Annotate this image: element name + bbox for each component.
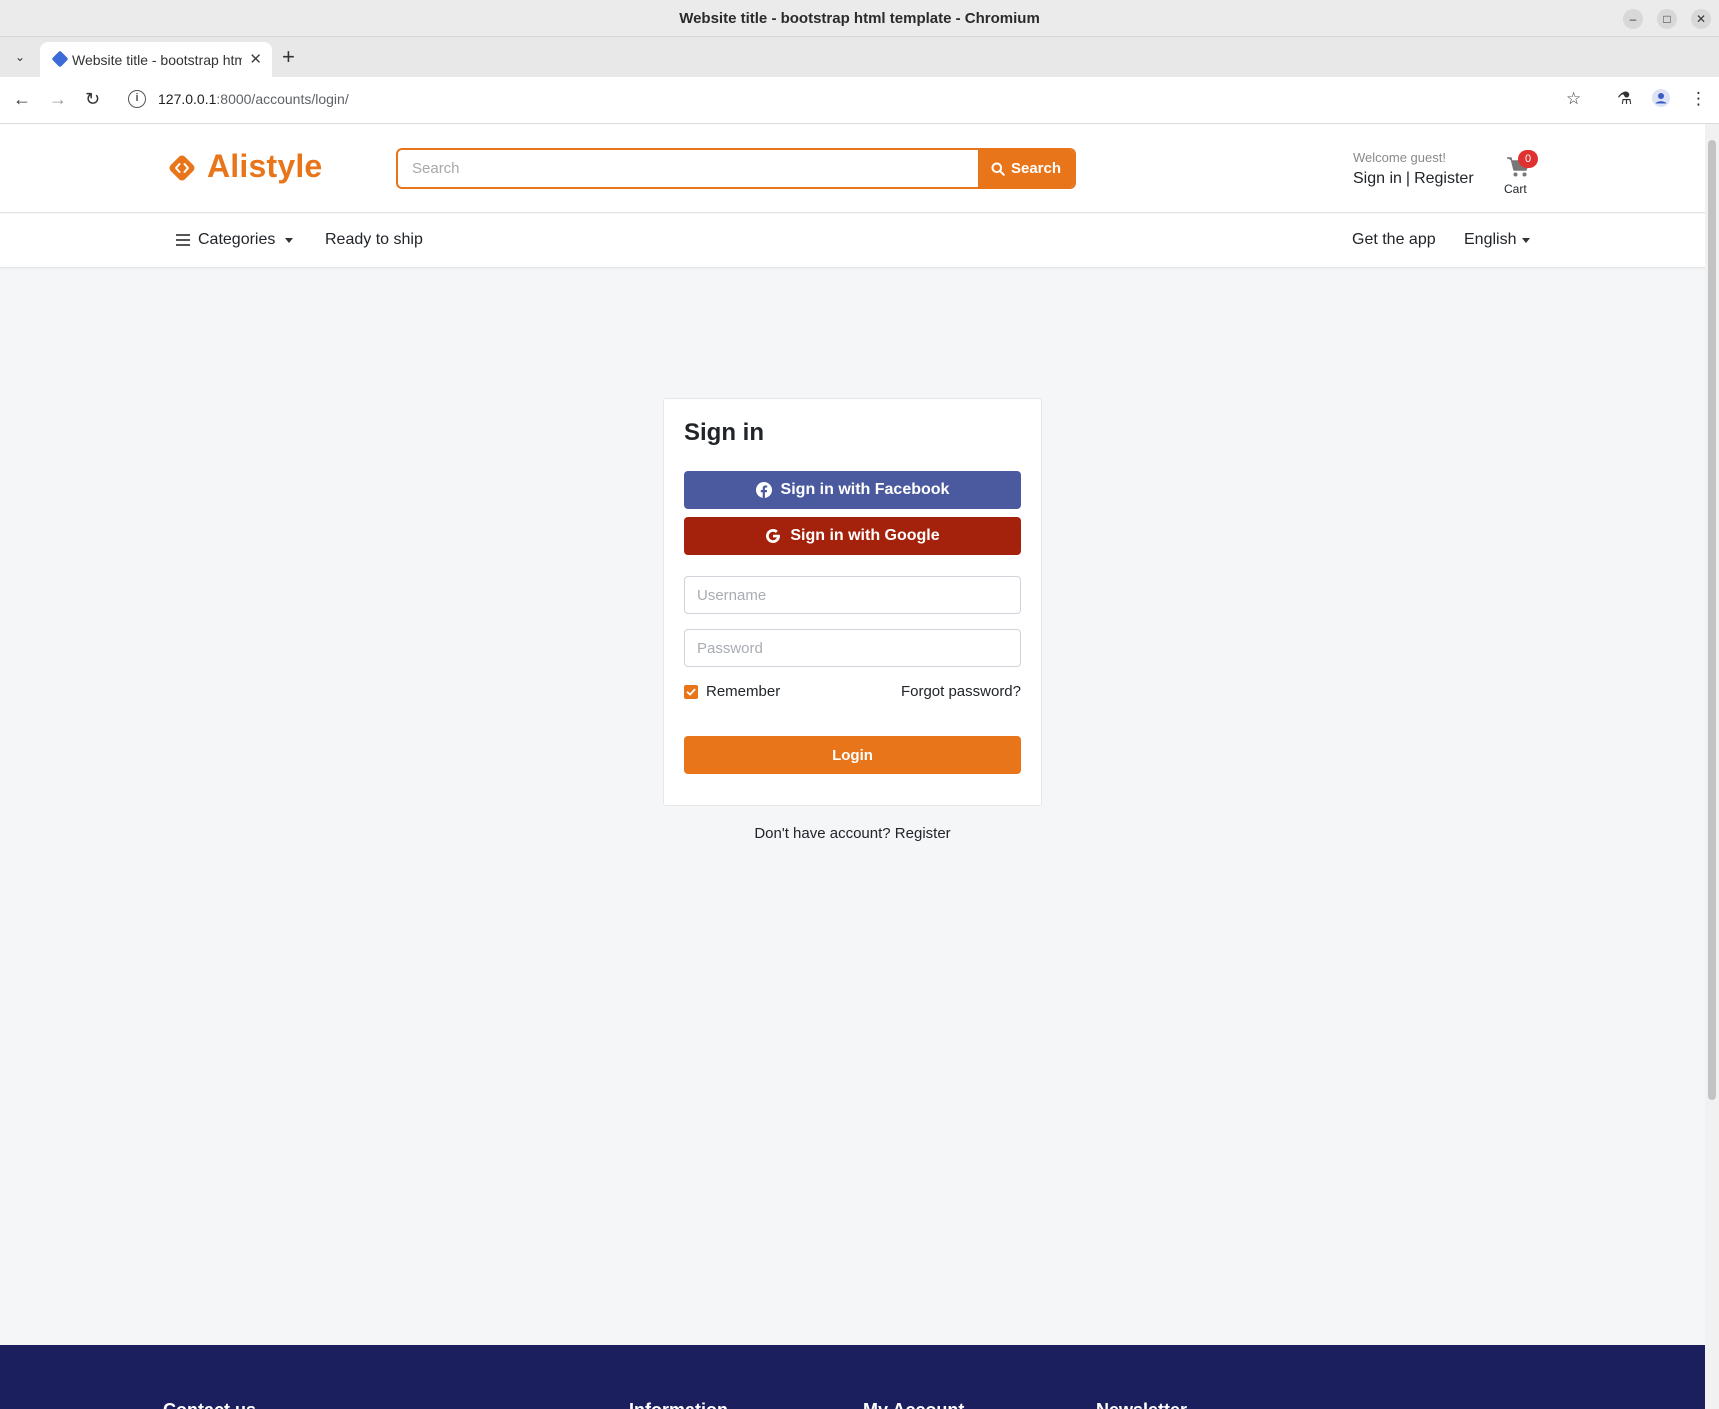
- google-signin-button[interactable]: Sign in with Google: [684, 517, 1021, 555]
- scrollbar-thumb[interactable]: [1708, 140, 1716, 1100]
- facebook-signin-button[interactable]: Sign in with Facebook: [684, 471, 1021, 509]
- search-button[interactable]: Search: [978, 150, 1074, 187]
- footer-heading-information: Information: [629, 1400, 728, 1409]
- remember-checkbox[interactable]: Remember: [684, 683, 780, 700]
- auth-links: Sign in | Register: [1353, 170, 1474, 188]
- header-register-link[interactable]: Register: [1414, 170, 1474, 187]
- labs-flask-icon[interactable]: ⚗: [1617, 89, 1632, 109]
- browser-menu-icon[interactable]: ⋮: [1690, 89, 1707, 109]
- search-icon: [991, 162, 1005, 176]
- page-scrollbar[interactable]: [1705, 124, 1719, 1409]
- hamburger-menu-icon: [176, 234, 190, 246]
- main-navbar: Categories Ready to ship Get the app Eng…: [0, 214, 1705, 268]
- site-header: Alistyle Search Welcome guest! Sign in|R…: [0, 124, 1705, 213]
- window-title: Website title - bootstrap html template …: [679, 10, 1040, 27]
- facebook-icon: [755, 482, 772, 498]
- browser-tab[interactable]: Website title - bootstrap html template …: [40, 42, 272, 77]
- password-input[interactable]: [684, 629, 1021, 667]
- signin-card: Sign in Sign in with Facebook Sign in wi…: [663, 398, 1042, 806]
- register-prompt: Don't have account? Register: [663, 825, 1042, 842]
- reload-icon[interactable]: ↻: [85, 89, 100, 110]
- welcome-text: Welcome guest!: [1353, 150, 1446, 165]
- header-signin-link[interactable]: Sign in: [1353, 170, 1402, 187]
- site-footer: Contact us Information My Account Newsle…: [0, 1345, 1705, 1409]
- minimize-button[interactable]: –: [1623, 9, 1643, 29]
- nav-ready-to-ship[interactable]: Ready to ship: [325, 231, 423, 249]
- google-icon: [766, 528, 781, 543]
- categories-label: Categories: [198, 231, 276, 248]
- language-label: English: [1464, 231, 1517, 248]
- url-host: 127.0.0.1: [158, 91, 217, 107]
- signin-title: Sign in: [684, 419, 764, 446]
- bookmark-star-icon[interactable]: ☆: [1566, 89, 1581, 109]
- logo-icon[interactable]: [166, 152, 198, 184]
- web-page: Alistyle Search Welcome guest! Sign in|R…: [0, 124, 1705, 1409]
- favicon-icon: [51, 50, 69, 68]
- footer-heading-account: My Account: [863, 1400, 964, 1409]
- facebook-signin-label: Sign in with Facebook: [780, 481, 950, 498]
- cart-label: Cart: [1504, 182, 1527, 196]
- search-button-label: Search: [1010, 160, 1062, 177]
- remember-label: Remember: [706, 683, 781, 700]
- tab-title: Website title - bootstrap html template: [72, 52, 242, 68]
- cart-count-badge: 0: [1518, 150, 1538, 168]
- forward-icon[interactable]: →: [49, 89, 67, 110]
- url-field[interactable]: 127.0.0.1:8000/accounts/login/: [158, 91, 349, 107]
- forgot-password-link[interactable]: Forgot password?: [901, 683, 1021, 700]
- chevron-down-icon: [1522, 237, 1531, 243]
- nav-get-app[interactable]: Get the app: [1352, 231, 1436, 249]
- address-bar: ← → ↻ i 127.0.0.1:8000/accounts/login/ ☆…: [0, 77, 1719, 124]
- profile-icon[interactable]: [1652, 89, 1670, 112]
- footer-heading-newsletter: Newsletter: [1096, 1400, 1187, 1409]
- tab-strip: ⌄ Website title - bootstrap html templat…: [0, 37, 1719, 77]
- categories-dropdown[interactable]: Categories: [176, 231, 294, 249]
- back-icon[interactable]: ←: [13, 89, 31, 110]
- close-window-button[interactable]: ✕: [1691, 9, 1711, 29]
- url-path: :8000/accounts/login/: [216, 91, 349, 107]
- register-link[interactable]: Register: [895, 825, 951, 842]
- chevron-down-icon: [285, 237, 294, 243]
- new-tab-icon[interactable]: +: [282, 44, 295, 70]
- auth-separator: |: [1405, 170, 1411, 187]
- maximize-button[interactable]: □: [1657, 9, 1677, 29]
- login-button[interactable]: Login: [684, 736, 1021, 774]
- window-titlebar: Website title - bootstrap html template …: [0, 0, 1719, 37]
- google-signin-label: Sign in with Google: [790, 527, 940, 544]
- site-info-icon[interactable]: i: [128, 90, 146, 108]
- language-dropdown[interactable]: English: [1464, 231, 1531, 249]
- search-input[interactable]: [398, 150, 978, 187]
- logo-text[interactable]: Alistyle: [207, 148, 322, 185]
- cart-button[interactable]: 0 Cart: [1498, 144, 1538, 196]
- tab-close-icon[interactable]: ✕: [249, 50, 262, 68]
- username-input[interactable]: [684, 576, 1021, 614]
- footer-heading-contact: Contact us: [163, 1400, 256, 1409]
- search-bar: Search: [396, 148, 1076, 189]
- no-account-text: Don't have account?: [754, 825, 891, 842]
- checkbox-checked-icon[interactable]: [684, 684, 698, 699]
- tab-search-dropdown-icon[interactable]: ⌄: [10, 47, 30, 67]
